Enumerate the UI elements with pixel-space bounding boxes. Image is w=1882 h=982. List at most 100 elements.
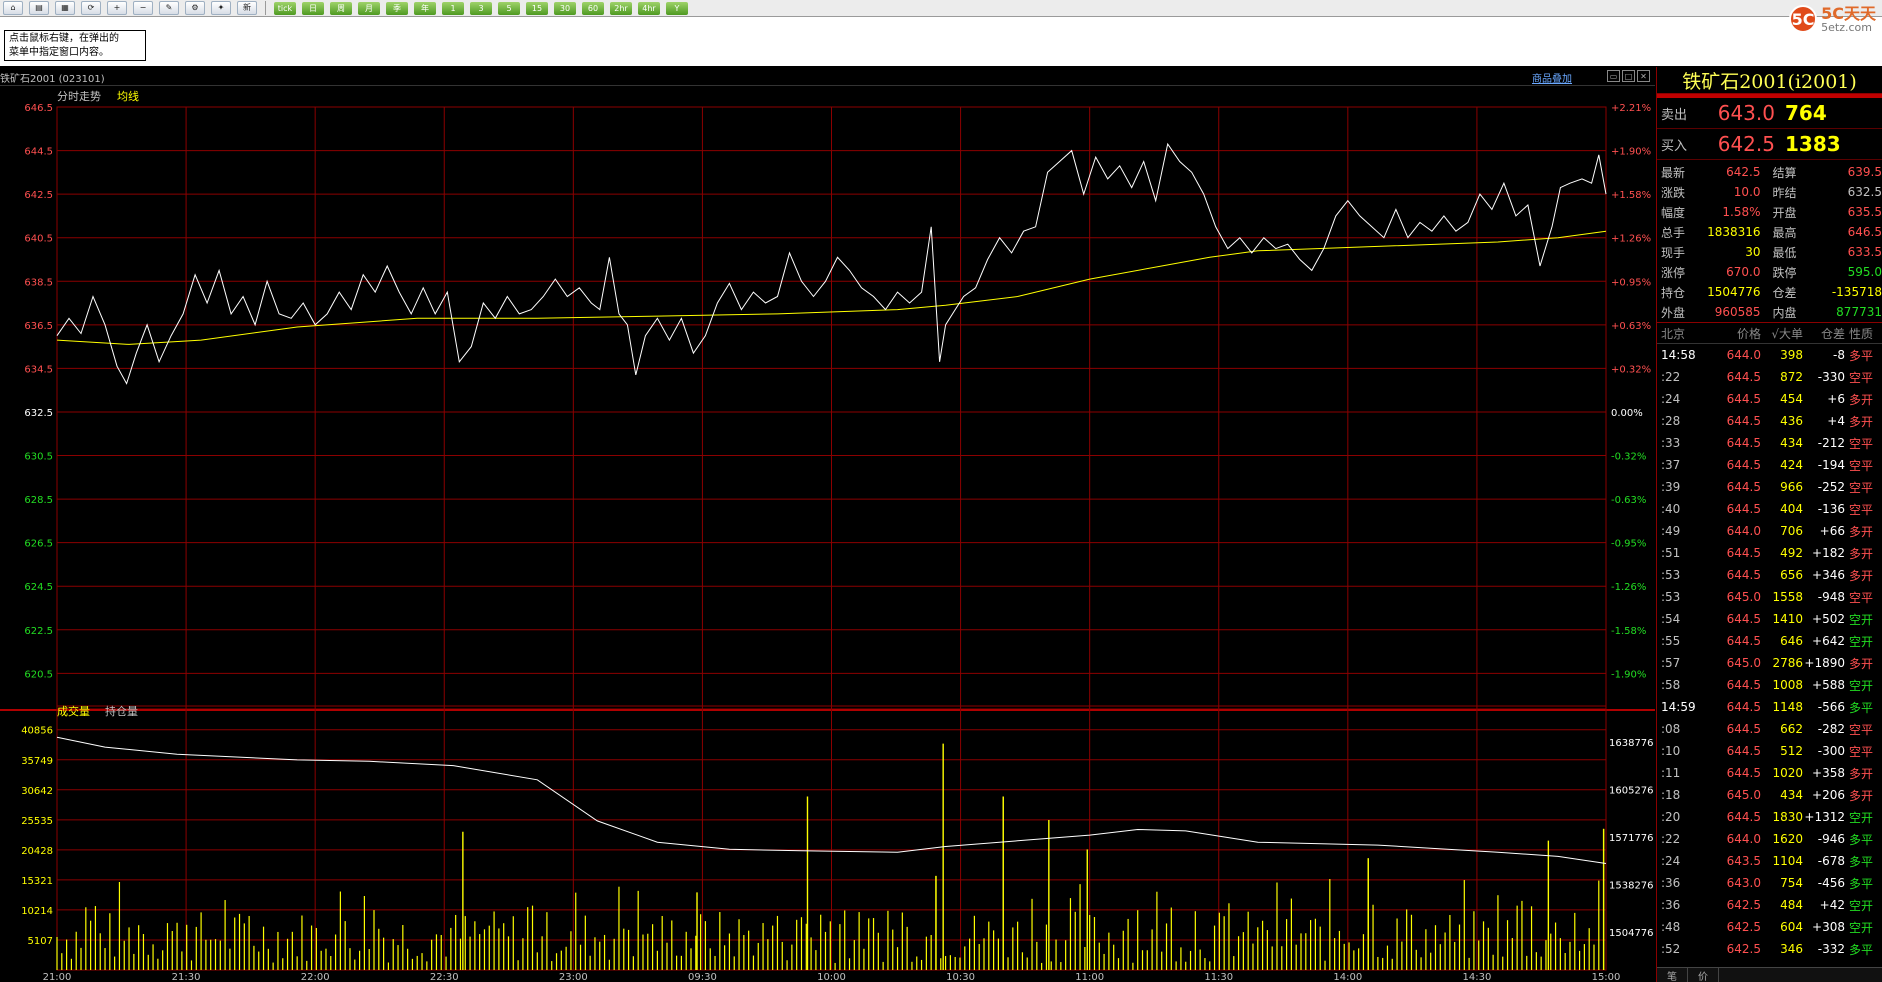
tick-volume: 492 — [1780, 546, 1803, 560]
period-button[interactable]: 3 — [470, 1, 492, 15]
tick-time: :36 — [1661, 898, 1681, 912]
close-icon[interactable]: ✕ — [1637, 70, 1650, 82]
price-tick: 644.5 — [24, 147, 53, 158]
tick-price: 644.5 — [1726, 678, 1761, 692]
tick-nature: 多开 — [1849, 656, 1874, 671]
volume-tick: 5107 — [28, 936, 53, 947]
tick-volume: 484 — [1780, 898, 1803, 912]
period-button[interactable]: 60 — [582, 1, 604, 15]
folder-icon[interactable]: ▤ — [29, 1, 49, 15]
tick-nature: 多开 — [1849, 568, 1874, 583]
tick-nature: 空平 — [1849, 722, 1874, 737]
symbol-title: 铁矿石2001 (023101) — [0, 74, 105, 85]
tick-price: 644.0 — [1726, 348, 1761, 362]
tick-oi: -212 — [1817, 436, 1845, 450]
period-button[interactable]: 季 — [386, 1, 408, 15]
ticks-list[interactable]: 14:58 644.0 398 -8 多平:22 644.5 872 -330 空平:24 644… — [1657, 344, 1882, 960]
stat-label: 涨跌 — [1661, 185, 1686, 200]
tick-price: 645.0 — [1726, 590, 1761, 604]
price-tick: 624.5 — [24, 582, 53, 593]
period-button[interactable]: 周 — [330, 1, 352, 15]
setting-icon[interactable]: ⚙ — [185, 1, 205, 15]
time-tick: 11:00 — [1075, 972, 1104, 982]
tick-volume: 1148 — [1772, 700, 1803, 714]
tab-prices[interactable]: 价 — [1688, 968, 1719, 982]
home-icon[interactable]: ⌂ — [3, 1, 23, 15]
tick-row: :24 644.5 454 +6 多开 — [1657, 388, 1882, 410]
stat-label: 最低 — [1772, 245, 1797, 260]
tick-price: 642.5 — [1726, 942, 1761, 956]
tick-price: 644.5 — [1726, 458, 1761, 472]
tick-row: :24 643.5 1104 -678 多平 — [1657, 850, 1882, 872]
period-button[interactable]: 月 — [358, 1, 380, 15]
tick-nature: 空开 — [1849, 678, 1874, 693]
tick-nature: 多平 — [1849, 942, 1874, 957]
period-button[interactable]: tick — [274, 1, 296, 15]
period-button[interactable]: 15 — [526, 1, 548, 15]
stat-label: 内盘 — [1772, 305, 1797, 320]
tick-nature: 空平 — [1849, 458, 1874, 473]
price-tick: 642.5 — [24, 190, 53, 201]
tick-time: :49 — [1661, 524, 1681, 538]
stat-label: 昨结 — [1772, 185, 1797, 200]
tick-time: :22 — [1661, 370, 1681, 384]
period-button[interactable]: 1 — [442, 1, 464, 15]
tick-oi: -136 — [1817, 502, 1845, 516]
stat-value: 639.5 — [1847, 165, 1882, 179]
stat-label: 结算 — [1772, 165, 1797, 180]
tick-oi: +182 — [1812, 546, 1845, 560]
tick-volume: 706 — [1780, 524, 1803, 538]
tick-volume: 434 — [1780, 436, 1803, 450]
tick-volume: 1620 — [1772, 832, 1803, 846]
pin-icon[interactable]: ✦ — [211, 1, 231, 15]
percent-tick: 0.00% — [1611, 408, 1643, 419]
new-button[interactable]: 新 — [237, 1, 257, 15]
stat-row: 最新 642.5 结算 639.5 — [1657, 162, 1882, 182]
time-tick: 22:30 — [430, 972, 459, 982]
tick-price: 644.5 — [1726, 546, 1761, 560]
period-button[interactable]: 30 — [554, 1, 576, 15]
stat-label: 幅度 — [1661, 205, 1686, 220]
tick-price: 644.5 — [1726, 392, 1761, 406]
restore-icon[interactable]: ▭ — [1607, 70, 1620, 82]
percent-tick: -1.90% — [1611, 669, 1646, 680]
zoom-in-icon[interactable]: + — [107, 1, 127, 15]
intraday-chart[interactable]: 646.5 644.5 642.5 640.5 638.5 636.5 634.5 632.5… — [0, 86, 1655, 982]
tick-nature: 多平 — [1849, 700, 1874, 715]
symbol-bar: 铁矿石2001 (023101) 商品叠加 ▭ □ ✕ — [0, 67, 1655, 86]
period-button[interactable]: Y — [666, 1, 688, 15]
refresh-icon[interactable]: ⟳ — [81, 1, 101, 15]
tick-row: :33 644.5 434 -212 空平 — [1657, 432, 1882, 454]
tick-row: :52 642.5 346 -332 多平 — [1657, 938, 1882, 960]
tick-nature: 空平 — [1849, 590, 1874, 605]
stat-value: 1.58% — [1722, 205, 1761, 219]
tick-oi: +502 — [1812, 612, 1845, 626]
brand-logo: 5C 5C天天 5etz.com — [1789, 2, 1876, 36]
zoom-out-icon[interactable]: − — [133, 1, 153, 15]
period-button[interactable]: 日 — [302, 1, 324, 15]
stat-label: 最高 — [1772, 225, 1797, 240]
draw-icon[interactable]: ✎ — [159, 1, 179, 15]
tick-price: 644.5 — [1726, 744, 1761, 758]
tick-oi: -252 — [1817, 480, 1845, 494]
time-tick: 15:00 — [1592, 972, 1621, 982]
tick-nature: 多开 — [1849, 392, 1874, 407]
stat-value: 877731 — [1836, 305, 1882, 319]
period-button[interactable]: 5 — [498, 1, 520, 15]
report-icon[interactable]: ▦ — [55, 1, 75, 15]
tick-price: 644.5 — [1726, 634, 1761, 648]
period-button[interactable]: 年 — [414, 1, 436, 15]
percent-tick: +1.90% — [1611, 147, 1651, 158]
tick-price: 644.5 — [1726, 436, 1761, 450]
stat-row: 总手 1838316 最高 646.5 — [1657, 222, 1882, 242]
volume-tick: 35749 — [21, 756, 53, 767]
time-tick: 23:00 — [559, 972, 588, 982]
stat-value: 10.0 — [1733, 185, 1761, 199]
maximize-icon[interactable]: □ — [1622, 70, 1635, 82]
overlay-link[interactable]: 商品叠加 — [1532, 70, 1572, 85]
tab-trades[interactable]: 笔 — [1657, 968, 1688, 982]
tick-time: 14:58 — [1661, 348, 1696, 362]
period-button[interactable]: 2hr — [610, 1, 632, 15]
brand-name: 5C天天 — [1821, 3, 1876, 23]
period-button[interactable]: 4hr — [638, 1, 660, 15]
